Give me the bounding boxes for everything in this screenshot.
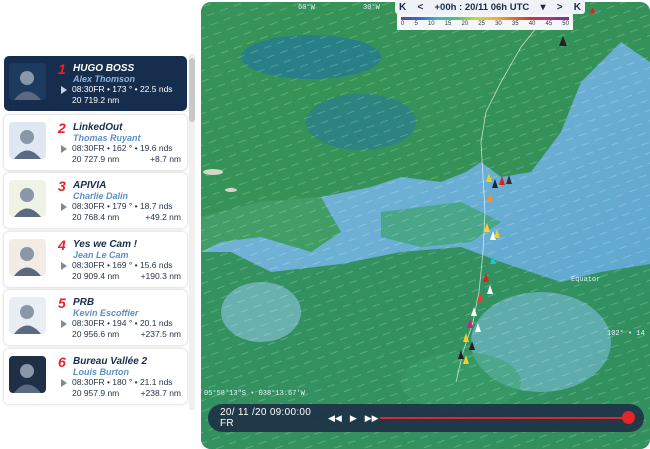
skipper-name: Louis Burton (73, 366, 129, 377)
boat-name: APIVIA (73, 180, 107, 191)
distance-to-finish: 20 909.4 nm (72, 270, 120, 281)
flag-icon: ▲ (588, 5, 597, 15)
boat-name: Yes we Cam ! (73, 238, 138, 250)
distance-to-finish: 20 719.2 nm (72, 95, 120, 105)
leaderboard-card[interactable]: 6 Bureau Vallée 2 Louis Burton 08:30FR • 18… (4, 348, 187, 404)
wind-scale-tick: 50 (562, 21, 569, 27)
play-track-icon[interactable] (61, 144, 67, 153)
leaderboard-card[interactable]: 4 Yes we Cam ! Jean Le Cam 08:30FR • 169 ° … (4, 231, 187, 287)
time-navigation-bar: K < +00h : 20/11 06h UTC ▾ > K (395, 0, 585, 14)
cursor-coordinates: 05°58'13"S • 038°13.67'W (204, 390, 305, 398)
wind-scale-ticks: 0 5 10 15 20 25 30 35 40 45 50 (401, 21, 569, 27)
boat-stats: 08:30FR • 194 ° • 20.1 nds (72, 318, 173, 328)
play-track-icon[interactable] (61, 261, 67, 270)
wind-scale-tick: 15 (444, 21, 452, 27)
rank-number: 1 (58, 61, 66, 77)
last-step-button[interactable]: K (574, 2, 581, 13)
boat-name: Bureau Vallée 2 (73, 355, 148, 367)
wind-scale-tick: 0 (401, 21, 405, 27)
scrollbar-thumb[interactable] (189, 58, 195, 122)
gap-to-leader: +8.7 nm (150, 153, 181, 164)
wind-scale-gradient (401, 17, 569, 20)
rank-number: 6 (58, 353, 66, 370)
rewind-button[interactable]: ◀◀ (328, 413, 342, 424)
skipper-photo (9, 297, 46, 334)
gap-to-leader: +190.3 nm (140, 270, 181, 281)
skipper-name: Charlie Dalin (73, 191, 129, 201)
wind-scale-tick: 35 (511, 21, 519, 27)
skipper-name: Thomas Ruyant (73, 132, 141, 143)
gap-to-leader: +237.5 nm (140, 329, 181, 339)
playback-bar: 20/ 11 /20 09:00:00 FR ◀◀ ▶ ▶▶ (208, 404, 644, 432)
skipper-photo (9, 63, 46, 100)
equator-label: Equator (571, 276, 601, 284)
distance-to-finish: 20 727.9 nm (72, 153, 120, 164)
skipper-name: Jean Le Cam (73, 249, 129, 260)
playback-date: 20/ 11 /20 09:00:00 FR (220, 407, 312, 429)
right-coord-label: 102° • 14 (607, 330, 645, 338)
leaderboard-card[interactable]: 5 PRB Kevin Escoffier 08:30FR • 194 ° • 20.… (4, 290, 187, 345)
distance-to-finish: 20 957.9 nm (72, 387, 120, 398)
skipper-photo (9, 238, 46, 276)
wind-scale-tick: 40 (528, 21, 536, 27)
wind-scale-tick: 30 (495, 21, 502, 27)
play-track-icon[interactable] (61, 378, 67, 387)
playback-slider-handle[interactable] (622, 411, 635, 424)
leaderboard-card[interactable]: 3 APIVIA Charlie Dalin 08:30FR • 179 ° • 18… (4, 173, 187, 228)
boat-stats: 08:30FR • 180 ° • 21.1 nds (72, 376, 173, 387)
boat-stats: 08:30FR • 162 ° • 19.6 nds (72, 142, 173, 153)
play-track-icon[interactable] (61, 86, 67, 94)
wind-scale-tick: 5 (414, 21, 418, 27)
distance-to-finish: 20 956.6 nm (72, 329, 120, 339)
boat-name: PRB (73, 297, 95, 308)
wind-scale-tick: 25 (478, 21, 485, 27)
play-track-icon[interactable] (61, 203, 67, 211)
lon-label-60w: 60°W (298, 4, 315, 12)
gap-to-leader: +238.7 nm (140, 387, 181, 398)
leaderboard-card[interactable]: 1 HUGO BOSS Alex Thomson 08:30FR • 173 ° • … (4, 56, 187, 111)
skipper-name: Kevin Escoffier (73, 308, 139, 318)
play-button[interactable]: ▶ (350, 413, 357, 424)
race-map[interactable]: 60°W 30°W Equator 102° • 14 05°58'13"S •… (201, 2, 650, 449)
distance-to-finish: 20 768.4 nm (72, 212, 120, 222)
first-step-button[interactable]: K (399, 2, 406, 13)
wind-speed-scale: 0 5 10 15 20 25 30 35 40 45 50 (397, 14, 573, 30)
leaderboard-scrollbar[interactable] (189, 54, 195, 410)
wind-scale-tick: 20 (461, 21, 469, 27)
boat-name: HUGO BOSS (73, 63, 135, 74)
boat-stats: 08:30FR • 173 ° • 22.5 nds (72, 84, 173, 94)
chevron-down-icon[interactable]: ▾ (540, 2, 545, 13)
rank-number: 2 (58, 119, 66, 136)
skipper-name: Alex Thomson (73, 74, 136, 84)
map-canvas (201, 2, 650, 449)
lon-label-30w: 30°W (363, 4, 380, 12)
rank-number: 3 (58, 178, 66, 194)
skipper-photo (9, 355, 46, 393)
rank-number: 4 (58, 236, 66, 253)
play-track-icon[interactable] (61, 320, 67, 328)
boat-name: LinkedOut (73, 121, 123, 133)
skipper-photo (9, 180, 46, 217)
forward-button[interactable]: ▶▶ (365, 413, 379, 424)
rank-number: 5 (58, 295, 66, 311)
boat-stats: 08:30FR • 179 ° • 18.7 nds (72, 201, 173, 211)
previous-step-button[interactable]: < (417, 2, 423, 13)
gap-to-leader: +49.2 nm (145, 212, 181, 222)
forecast-time-label[interactable]: +00h : 20/11 06h UTC (434, 2, 529, 13)
boat-stats: 08:30FR • 169 ° • 15.6 nds (72, 259, 173, 270)
leaderboard-card[interactable]: 2 LinkedOut Thomas Ruyant 08:30FR • 162 ° •… (4, 114, 187, 170)
wind-scale-tick: 45 (545, 21, 553, 27)
playback-track[interactable] (380, 417, 630, 419)
next-step-button[interactable]: > (557, 2, 563, 13)
wind-scale-tick: 10 (427, 21, 435, 27)
skipper-photo (9, 121, 46, 159)
